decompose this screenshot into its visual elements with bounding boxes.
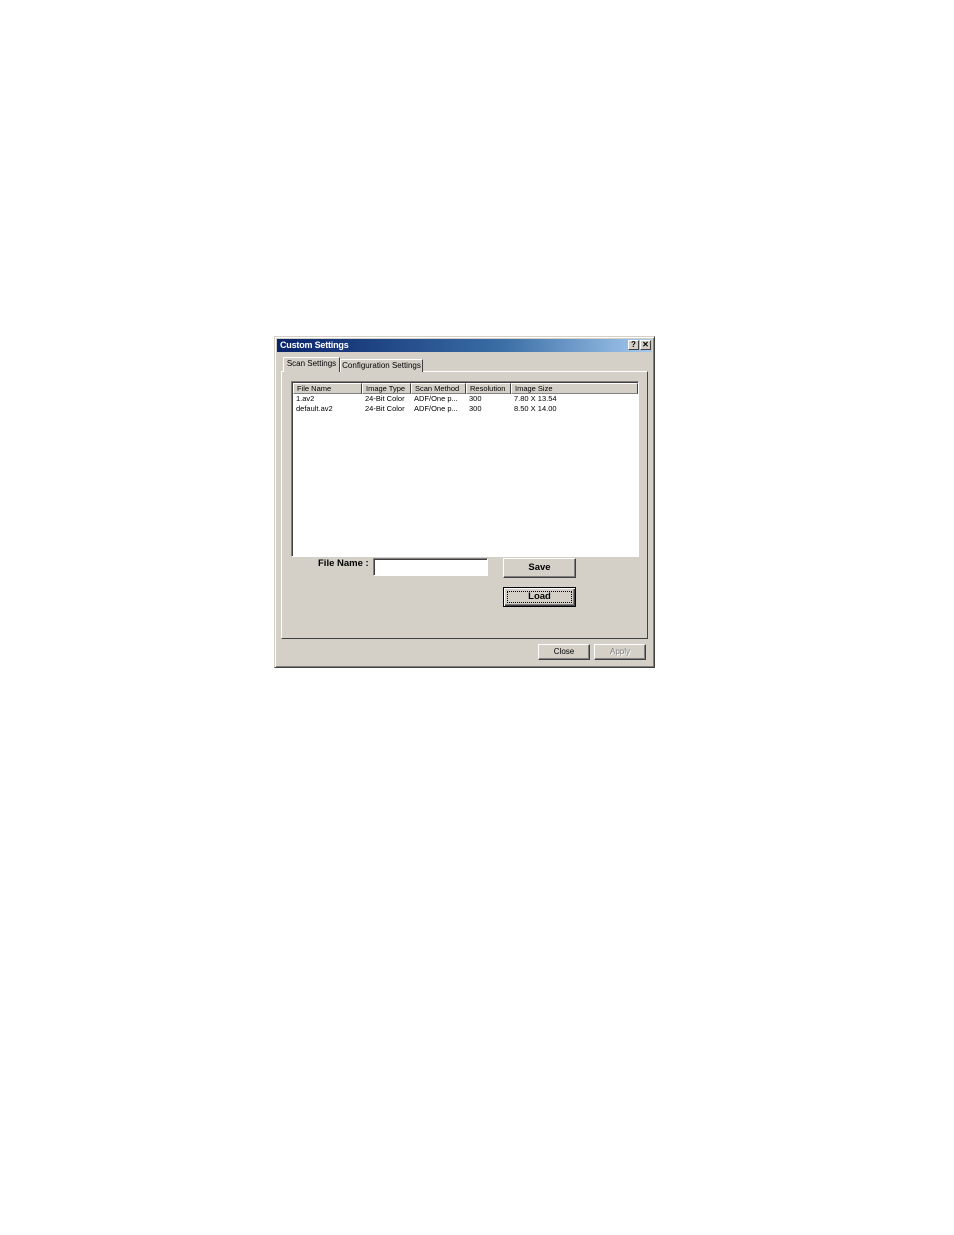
cell-resolution: 300 [469, 394, 482, 403]
table-row[interactable]: 1.av2 24-Bit Color ADF/One p... 300 7.80… [293, 394, 638, 404]
column-header-resolution[interactable]: Resolution [466, 383, 511, 394]
column-header-file-name[interactable]: File Name [293, 383, 362, 394]
help-button[interactable]: ? [628, 340, 639, 350]
cell-resolution: 300 [469, 404, 482, 413]
cell-scan-method: ADF/One p... [414, 394, 458, 403]
cell-image-size: 7.80 X 13.54 [514, 394, 557, 403]
dialog-title: Custom Settings [280, 340, 349, 350]
save-button[interactable]: Save [503, 558, 576, 578]
file-name-label: File Name : [318, 558, 369, 569]
column-header-image-size[interactable]: Image Size [511, 383, 638, 394]
list-header: File Name Image Type Scan Method Resolut… [293, 383, 638, 394]
settings-file-list[interactable]: File Name Image Type Scan Method Resolut… [291, 381, 639, 557]
cell-scan-method: ADF/One p... [414, 404, 458, 413]
custom-settings-dialog: Custom Settings ? ✕ Scan Settings Config… [274, 336, 655, 668]
cell-image-type: 24-Bit Color [365, 404, 405, 413]
close-icon[interactable]: ✕ [640, 340, 651, 350]
file-name-input[interactable] [373, 558, 488, 576]
table-row[interactable]: default.av2 24-Bit Color ADF/One p... 30… [293, 404, 638, 414]
cell-image-type: 24-Bit Color [365, 394, 405, 403]
tab-scan-settings[interactable]: Scan Settings [283, 357, 340, 372]
close-button[interactable]: Close [538, 644, 590, 660]
focus-indicator [507, 591, 572, 603]
column-header-scan-method[interactable]: Scan Method [411, 383, 466, 394]
title-bar[interactable]: Custom Settings ? ✕ [277, 339, 652, 352]
tab-configuration-settings[interactable]: Configuration Settings [340, 359, 423, 372]
column-header-image-type[interactable]: Image Type [362, 383, 411, 394]
cell-image-size: 8.50 X 14.00 [514, 404, 557, 413]
cell-file-name: 1.av2 [296, 394, 315, 403]
cell-file-name: default.av2 [296, 404, 333, 413]
apply-button[interactable]: Apply [594, 644, 646, 660]
load-button[interactable]: Load [503, 587, 576, 607]
